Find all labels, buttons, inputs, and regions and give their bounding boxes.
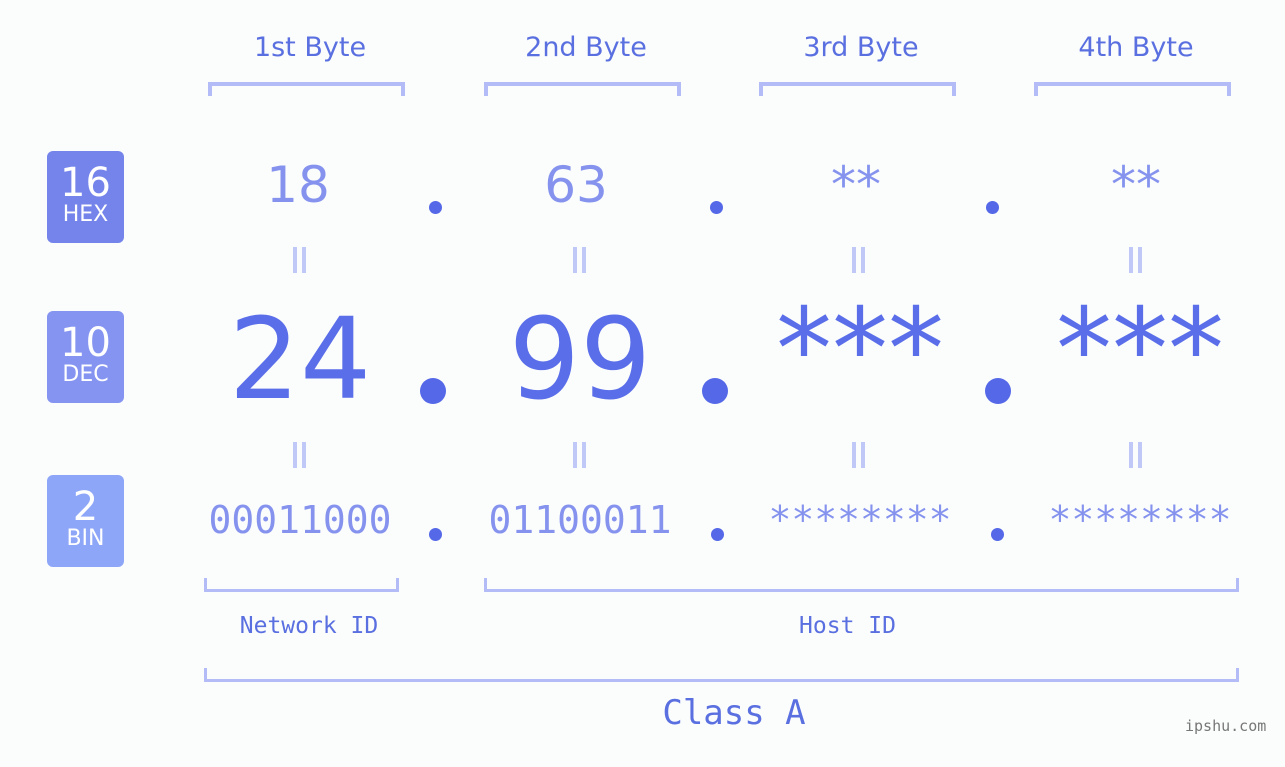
bin-base-label: BIN (66, 526, 105, 551)
byte-header-4: 4th Byte (1078, 32, 1194, 63)
hex-separator-dot (710, 201, 723, 214)
dec-base-label: DEC (62, 362, 109, 387)
network-id-label: Network ID (239, 613, 379, 639)
bin-separator-dot (991, 528, 1004, 541)
class-label: Class A (662, 693, 806, 733)
equals-icon (849, 247, 869, 273)
dec-separator-dot (985, 378, 1011, 404)
hex-badge: 16 HEX (47, 151, 124, 243)
equals-icon (290, 442, 310, 468)
dec-byte-4: *** (1056, 285, 1224, 415)
byte-header-1: 1st Byte (253, 32, 367, 63)
bin-byte-2: 01100011 (488, 498, 672, 542)
byte-bracket-1 (208, 82, 405, 96)
bin-separator-dot (711, 528, 724, 541)
equals-icon (570, 442, 590, 468)
bin-separator-dot (429, 528, 442, 541)
bin-byte-4: ******** (1048, 498, 1232, 542)
hex-byte-2: 63 (544, 156, 608, 214)
dec-separator-dot (702, 378, 728, 404)
equals-icon (1126, 247, 1146, 273)
hex-separator-dot (986, 201, 999, 214)
dec-byte-3: *** (776, 285, 944, 415)
byte-bracket-4 (1034, 82, 1231, 96)
bin-byte-3: ******** (768, 498, 952, 542)
bin-byte-1: 00011000 (208, 498, 392, 542)
host-id-label: Host ID (799, 613, 896, 639)
hex-byte-1: 18 (266, 156, 330, 214)
class-bracket (204, 668, 1239, 682)
dec-separator-dot (420, 378, 446, 404)
hex-base-label: HEX (62, 202, 109, 227)
bin-base-number: 2 (72, 484, 99, 530)
watermark: ipshu.com (1185, 717, 1267, 735)
hex-base-number: 16 (60, 160, 111, 206)
hex-byte-3: ** (831, 156, 881, 214)
dec-base-number: 10 (60, 320, 111, 366)
dec-byte-2: 99 (508, 295, 652, 425)
equals-icon (570, 247, 590, 273)
byte-bracket-3 (759, 82, 956, 96)
dec-byte-1: 24 (228, 295, 372, 425)
byte-bracket-2 (484, 82, 681, 96)
byte-header-3: 3rd Byte (803, 32, 919, 63)
bin-badge: 2 BIN (47, 475, 124, 567)
hex-byte-4: ** (1111, 156, 1161, 214)
hex-separator-dot (429, 201, 442, 214)
byte-header-2: 2nd Byte (525, 32, 647, 63)
network-id-bracket (204, 578, 399, 592)
dec-badge: 10 DEC (47, 311, 124, 403)
host-id-bracket (484, 578, 1239, 592)
equals-icon (290, 247, 310, 273)
equals-icon (1126, 442, 1146, 468)
equals-icon (849, 442, 869, 468)
